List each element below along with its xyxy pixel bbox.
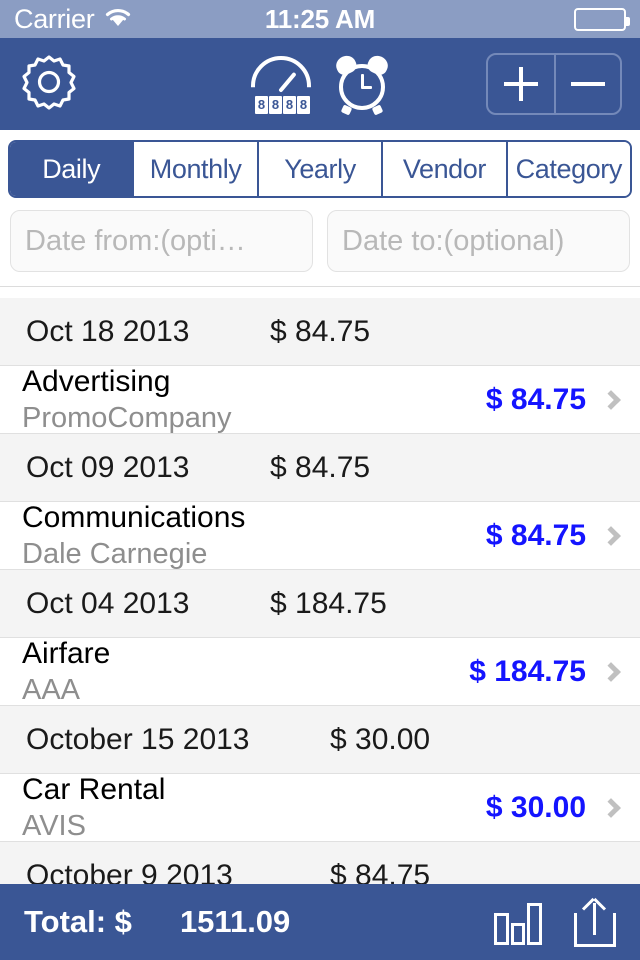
group-header-date: Oct 18 2013	[26, 314, 190, 348]
expense-row-texts: Airfare AAA	[0, 636, 110, 708]
tab-yearly[interactable]: Yearly	[256, 142, 382, 196]
expense-row[interactable]: Car Rental AVIS $ 30.00	[0, 772, 640, 844]
group-header-amount: $ 30.00	[330, 722, 431, 756]
expense-category: Communications	[22, 500, 246, 534]
expense-row-right: $ 30.00	[486, 791, 640, 825]
odometer-digit: 8	[255, 96, 268, 114]
alarm-foot-right	[371, 104, 384, 116]
expense-category: Car Rental	[22, 772, 166, 806]
expense-row[interactable]: Advertising PromoCompany $ 84.75	[0, 364, 640, 436]
minus-icon	[571, 67, 605, 101]
tab-vendor[interactable]: Vendor	[381, 142, 506, 196]
expense-amount: $ 84.75	[485, 382, 586, 416]
group-header-date: October 15 2013	[26, 722, 250, 756]
expense-vendor: PromoCompany	[22, 401, 232, 434]
date-to-input[interactable]: Date to:(optional)	[327, 210, 630, 272]
bottom-toolbar: Total: $ 1511.09	[0, 884, 640, 960]
group-header: October 9 2013 $ 84.75	[0, 842, 640, 884]
status-bar-right	[574, 7, 630, 31]
expense-row-right: $ 84.75	[486, 519, 640, 553]
expense-vendor: Dale Carnegie	[22, 537, 208, 570]
expense-row[interactable]: Airfare AAA $ 184.75	[0, 636, 640, 708]
add-button[interactable]	[488, 55, 554, 113]
expense-row-texts: Car Rental AVIS	[0, 772, 165, 844]
odometer-digit: 8	[297, 96, 310, 114]
group-header: Oct 04 2013 $ 184.75	[0, 570, 640, 638]
group-header: October 15 2013 $ 30.00	[0, 706, 640, 774]
expense-row-right: $ 84.75	[486, 383, 640, 417]
expense-amount: $ 184.75	[469, 654, 586, 688]
bar-chart-icon[interactable]	[494, 899, 542, 945]
status-bar-left: Carrier	[14, 4, 133, 35]
expense-row-texts: Advertising PromoCompany	[0, 364, 232, 436]
total-label: Total: $	[24, 904, 132, 939]
expense-row-right: $ 184.75	[469, 655, 640, 689]
expense-vendor: AAA	[22, 673, 81, 706]
remove-button[interactable]	[554, 55, 620, 113]
group-header: Oct 09 2013 $ 84.75	[0, 434, 640, 502]
alarm-hand-minute	[361, 86, 372, 89]
group-header-amount: $ 84.75	[270, 450, 371, 484]
group-header-amount: $ 184.75	[270, 586, 387, 620]
odometer-icon[interactable]: 8 8 8 8	[249, 54, 313, 114]
expense-row-texts: Communications Dale Carnegie	[0, 500, 245, 572]
expense-amount: $ 84.75	[485, 518, 586, 552]
odometer-digit: 8	[283, 96, 296, 114]
expense-list[interactable]: Oct 18 2013 $ 84.75 Advertising PromoCom…	[0, 298, 640, 884]
odometer-digit: 8	[269, 96, 282, 114]
tab-daily[interactable]: Daily	[10, 142, 133, 196]
group-header-date: Oct 04 2013	[26, 586, 190, 620]
tab-category[interactable]: Category	[505, 142, 630, 196]
share-icon[interactable]	[574, 897, 616, 947]
status-bar: Carrier 11:25 AM	[0, 0, 640, 38]
group-header: Oct 18 2013 $ 84.75	[0, 298, 640, 366]
wifi-icon	[103, 6, 133, 33]
tab-monthly[interactable]: Monthly	[132, 142, 257, 196]
plus-icon	[504, 67, 538, 101]
group-header-amount: $ 84.75	[330, 858, 431, 885]
date-filter-row: Date from:(opti… Date to:(optional)	[0, 198, 640, 287]
group-header-date: Oct 09 2013	[26, 450, 190, 484]
add-remove-control	[486, 53, 622, 115]
carrier-label: Carrier	[14, 3, 95, 34]
chevron-right-icon	[601, 525, 621, 546]
group-header-date: October 9 2013	[26, 858, 233, 885]
settings-button[interactable]	[18, 51, 86, 118]
date-from-input[interactable]: Date from:(opti…	[10, 210, 313, 272]
gear-icon	[18, 51, 80, 118]
navigation-bar: 8 8 8 8	[0, 38, 640, 130]
bottom-toolbar-actions	[494, 897, 616, 947]
total-value: 1511.09	[179, 904, 291, 939]
chevron-right-icon	[601, 797, 621, 818]
expense-row[interactable]: Communications Dale Carnegie $ 84.75	[0, 500, 640, 572]
app-screen: Carrier 11:25 AM 8 8 8 8 Daily Monthly Y…	[0, 0, 640, 960]
alarm-clock-icon[interactable]	[333, 52, 391, 116]
battery-icon	[574, 7, 630, 31]
view-mode-tabs: Daily Monthly Yearly Vendor Category	[8, 140, 632, 198]
odometer-digits: 8 8 8 8	[255, 96, 310, 114]
chevron-right-icon	[601, 661, 621, 682]
expense-category: Advertising	[22, 364, 171, 398]
group-header-amount: $ 84.75	[270, 314, 371, 348]
expense-amount: $ 30.00	[485, 790, 586, 824]
chevron-right-icon	[601, 389, 621, 410]
expense-vendor: AVIS	[22, 809, 86, 842]
expense-category: Airfare	[22, 636, 111, 670]
